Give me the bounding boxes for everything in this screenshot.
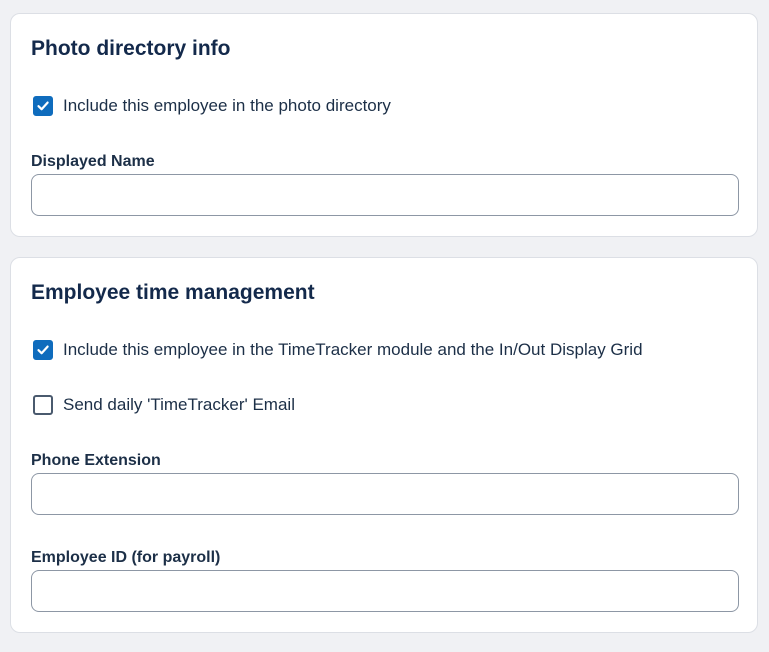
- time-management-card: Employee time management Include this em…: [10, 257, 758, 633]
- include-timetracker-label: Include this employee in the TimeTracker…: [63, 340, 643, 359]
- include-photo-directory-checkbox[interactable]: [33, 96, 53, 116]
- time-management-title: Employee time management: [31, 281, 315, 304]
- checkmark-icon: [37, 101, 49, 111]
- daily-email-label: Send daily 'TimeTracker' Email: [63, 395, 295, 414]
- include-timetracker-checkbox-row[interactable]: Include this employee in the TimeTracker…: [33, 340, 643, 360]
- photo-directory-title: Photo directory info: [31, 37, 231, 60]
- checkmark-icon: [37, 345, 49, 355]
- daily-email-checkbox-row[interactable]: Send daily 'TimeTracker' Email: [33, 395, 295, 415]
- include-photo-directory-checkbox-row[interactable]: Include this employee in the photo direc…: [33, 96, 391, 116]
- photo-directory-card: Photo directory info Include this employ…: [10, 13, 758, 237]
- displayed-name-input[interactable]: [31, 174, 739, 216]
- include-photo-directory-label: Include this employee in the photo direc…: [63, 96, 391, 115]
- displayed-name-label: Displayed Name: [31, 153, 155, 170]
- employee-id-label: Employee ID (for payroll): [31, 549, 221, 566]
- phone-extension-label: Phone Extension: [31, 452, 161, 469]
- include-timetracker-checkbox[interactable]: [33, 340, 53, 360]
- phone-extension-input[interactable]: [31, 473, 739, 515]
- employee-id-input[interactable]: [31, 570, 739, 612]
- daily-email-checkbox[interactable]: [33, 395, 53, 415]
